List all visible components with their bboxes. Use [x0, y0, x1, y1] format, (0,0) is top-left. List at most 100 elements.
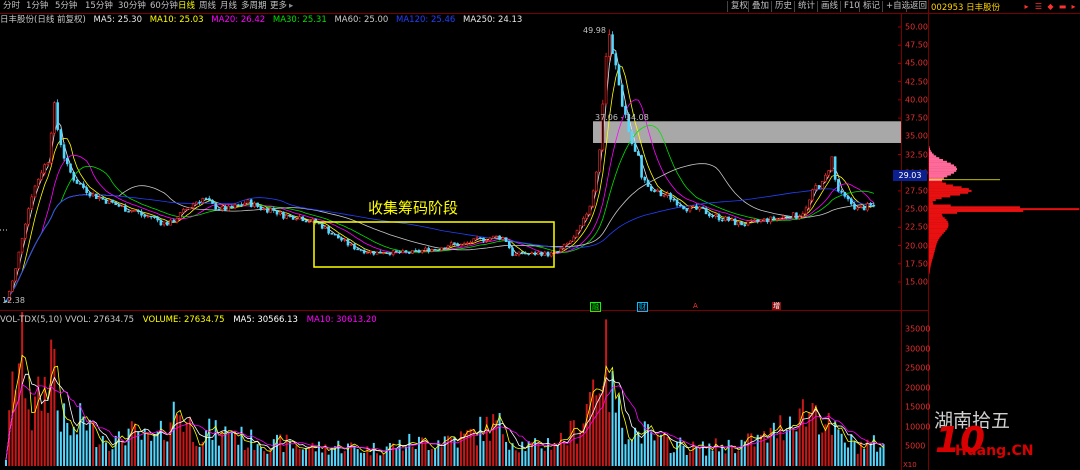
candle	[578, 225, 582, 231]
price-tick: 42.50	[905, 77, 928, 87]
candle	[198, 201, 201, 204]
candle	[617, 64, 621, 86]
volume-bar	[601, 386, 604, 466]
volume-bar	[801, 399, 804, 466]
event-marker[interactable]: A	[692, 302, 699, 310]
candle	[569, 240, 572, 244]
chip-profile-bar	[929, 262, 932, 265]
volume-bar	[453, 437, 456, 466]
volume-bar	[146, 432, 149, 466]
volume-bar	[392, 443, 395, 466]
candle	[411, 250, 414, 254]
volume-bar	[650, 431, 653, 466]
candle	[759, 219, 763, 222]
increase-marker[interactable]: 增	[772, 302, 781, 310]
candle	[133, 210, 137, 212]
volume-bar	[640, 443, 643, 466]
volume-bar	[711, 450, 714, 466]
candle	[546, 251, 550, 257]
volume-bar	[524, 451, 527, 466]
candle	[720, 219, 724, 222]
chip-profile-bar	[929, 200, 933, 203]
candle	[33, 185, 37, 198]
volume-bar	[514, 450, 517, 466]
price-tick: 15.00	[905, 277, 928, 287]
candle	[120, 205, 124, 208]
kline-chart[interactable]	[0, 0, 1080, 470]
candle	[853, 203, 856, 210]
candle	[69, 163, 72, 173]
chip-profile-bar	[929, 189, 972, 192]
candle	[843, 191, 847, 197]
candle	[662, 195, 666, 197]
volume-tick: 25000	[905, 363, 931, 373]
chip-profile-bar	[929, 213, 942, 216]
volume-bar	[766, 442, 769, 466]
candle	[349, 243, 353, 246]
volume-bar	[624, 444, 627, 466]
candle	[85, 187, 88, 193]
volume-bar	[237, 444, 240, 466]
candle	[201, 198, 205, 203]
candle	[782, 215, 785, 219]
candle	[191, 203, 195, 208]
chip-profile-bar	[929, 184, 953, 187]
volume-bar	[169, 422, 172, 466]
volume-bar	[98, 444, 101, 466]
candle	[866, 203, 869, 211]
candle	[491, 235, 495, 239]
candle	[643, 176, 647, 181]
chip-profile-bar	[929, 255, 934, 258]
candle	[449, 242, 453, 247]
volume-bar	[782, 440, 785, 466]
volume-bar	[508, 449, 511, 466]
candle	[98, 197, 101, 199]
candle	[769, 216, 772, 223]
candle	[372, 250, 376, 255]
volume-bar	[550, 449, 553, 466]
candle	[475, 237, 479, 239]
volume-bar	[663, 433, 666, 466]
candle	[53, 102, 56, 134]
candle	[278, 211, 282, 215]
candle	[820, 181, 824, 189]
candle	[230, 205, 234, 209]
chip-profile-bar	[929, 151, 932, 154]
candle	[46, 162, 50, 165]
candle	[398, 251, 401, 254]
candle	[788, 216, 792, 219]
volume-bar	[637, 431, 640, 466]
candle	[727, 216, 730, 221]
volume-bar	[698, 447, 701, 466]
candle	[824, 174, 827, 182]
chip-profile-bar	[929, 222, 949, 225]
volume-bar	[127, 428, 130, 466]
candle	[704, 208, 708, 215]
volume-bar	[501, 434, 504, 466]
volume-bar	[666, 436, 669, 466]
candle	[291, 215, 295, 220]
finance-marker[interactable]: 财	[637, 302, 648, 312]
volume-bar	[614, 412, 617, 466]
volume-bar	[488, 440, 491, 466]
volume-bar	[408, 433, 411, 466]
candle	[43, 164, 47, 174]
candle	[437, 249, 440, 252]
volume-bar	[156, 431, 159, 466]
candle	[582, 217, 585, 226]
volume-bar	[611, 371, 614, 466]
candle	[78, 183, 82, 185]
volume-bar	[259, 447, 262, 466]
volume-bar	[598, 393, 601, 466]
volume-bar	[46, 412, 49, 466]
volume-bar	[266, 453, 269, 466]
volume-bar	[405, 446, 408, 466]
chip-profile-bar	[929, 166, 957, 169]
candle	[862, 206, 866, 211]
watermark-site: Huang.CN	[955, 443, 1034, 459]
candle	[859, 206, 863, 208]
candle	[369, 250, 372, 253]
candle	[95, 193, 98, 199]
margin-marker[interactable]: 融	[590, 302, 601, 312]
chip-profile-bar	[929, 240, 938, 243]
